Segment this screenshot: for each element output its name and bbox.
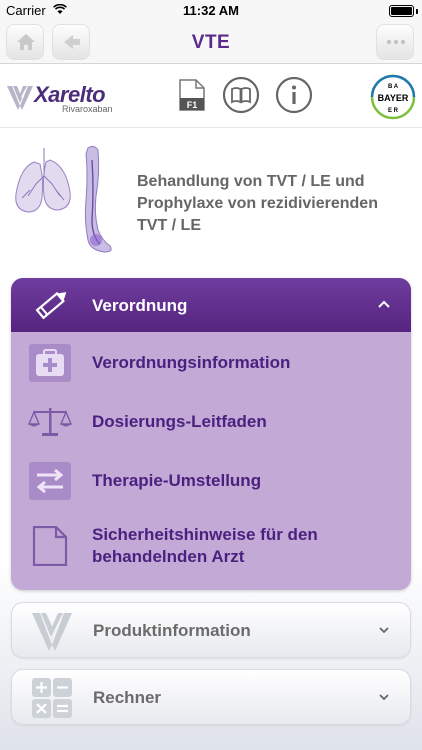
produktinformation-label: Produktinformation [93,621,251,640]
book-icon [222,76,260,114]
verordnung-label: Verordnung [92,296,188,315]
xarelto-mark-icon [7,86,33,110]
brand-bar: Xarelto Rivaroxaban F1 BAYER B A E R [0,64,422,128]
xarelto-mark-icon [32,613,72,651]
chevron-down-icon [379,627,389,634]
hero-title: Behandlung von TVT / LE und Prophylaxe v… [137,171,407,237]
f1-help-button[interactable]: F1 [172,76,210,114]
product-subtitle: Rivaroxaban [62,104,113,114]
svg-text:E R: E R [388,108,399,114]
menu-item-therapie-umstellung[interactable]: Therapie-Umstellung [11,452,411,510]
battery-tip [416,9,418,14]
chevron-down-icon [379,694,389,701]
switch-arrows-icon [29,462,71,500]
menu-item-label-line: Sicherheitshinweise für den [92,525,318,544]
chevron-up-icon [378,300,390,308]
first-aid-case-icon [29,344,71,382]
menu-item-label: Dosierungs-Leitfaden [92,412,267,431]
menu-item-sicherheitshinweise[interactable]: Sicherheitshinweise für den behandelnden… [11,516,411,582]
info-icon [275,76,313,114]
menu-item-label-line: behandelnden Arzt [92,547,245,566]
verordnung-section: Verordnung Verordnungsinformation Dosier… [11,278,411,590]
menu-item-label: Sicherheitshinweise für den behandelnden… [92,524,392,568]
lungs-leg-illustration [10,140,128,262]
hero-title-line: Prophylaxe von rezidivierenden [137,195,378,212]
xarelto-logo: Xarelto Rivaroxaban [6,82,116,114]
verordnung-header[interactable]: Verordnung [11,278,411,332]
f1-label: F1 [187,100,198,110]
nav-bar: VTE [0,22,422,64]
bayer-logo: BAYER B A E R [370,74,416,120]
status-bar: Carrier 11:32 AM [0,0,422,22]
svg-text:B A: B A [388,84,399,90]
menu-item-label: Verordnungsinformation [92,353,291,372]
calculator-icon [32,678,72,718]
produktinformation-section[interactable]: Produktinformation [11,602,411,658]
info-button[interactable] [275,76,313,114]
f1-document-icon: F1 [179,79,205,111]
rechner-label: Rechner [93,688,162,707]
bayer-wordmark: BAYER [378,93,409,103]
menu-item-dosierungs-leitfaden[interactable]: Dosierungs-Leitfaden [11,393,411,451]
menu-item-label: Therapie-Umstellung [92,471,262,490]
page-title: VTE [191,32,231,53]
more-dots-icon [386,39,406,45]
battery-icon [389,5,414,17]
document-icon [32,526,68,566]
scale-icon [28,408,72,436]
rechner-section[interactable]: Rechner [11,669,411,725]
status-time: 11:32 AM [183,3,239,18]
glossary-button[interactable] [222,76,260,114]
pencil-icon [35,291,67,320]
more-button[interactable] [376,24,414,60]
menu-item-verordnungsinformation[interactable]: Verordnungsinformation [11,334,411,392]
hero-title-line: TVT / LE [137,217,201,234]
hero-title-line: Behandlung von TVT / LE und [137,173,365,190]
